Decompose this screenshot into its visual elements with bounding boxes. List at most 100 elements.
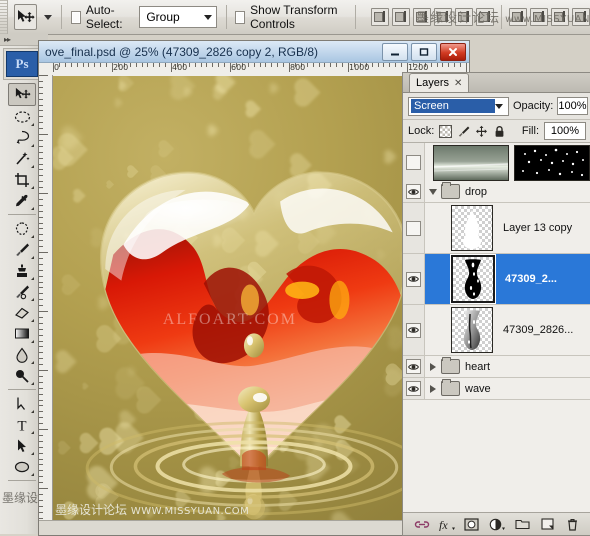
chevron-down-icon (495, 103, 503, 109)
blend-mode-value: Screen (411, 99, 495, 113)
layer-visibility-toggle[interactable] (403, 203, 425, 253)
lock-all-icon[interactable] (493, 125, 506, 138)
fill-label: Fill: (521, 125, 539, 137)
close-button[interactable] (440, 43, 466, 61)
ruler-tick-label: 1200 (408, 63, 429, 72)
layer-mask-thumbnail[interactable] (514, 145, 590, 181)
marquee-tool[interactable] (9, 106, 35, 127)
svg-text:T: T (17, 418, 26, 433)
close-icon[interactable]: ✕ (454, 78, 462, 89)
brush-tool[interactable] (9, 239, 35, 260)
layer-thumbnail[interactable] (451, 307, 493, 353)
add-layer-mask-icon[interactable] (463, 517, 480, 532)
layers-panel-footer: fx (403, 512, 590, 535)
fill-input[interactable]: 100% (544, 122, 586, 140)
layer-thumbnail[interactable] (433, 145, 509, 181)
document-title: ove_final.psd @ 25% (47309_2826 copy 2, … (45, 44, 319, 59)
auto-select-checkbox[interactable] (71, 10, 81, 24)
dodge-tool[interactable] (9, 365, 35, 386)
divider (8, 389, 36, 390)
layer-thumbnail[interactable] (451, 255, 495, 303)
table-row[interactable]: 47309_2... (403, 254, 590, 305)
opacity-label: Opacity: (513, 100, 554, 112)
layer-style-fx-icon[interactable]: fx (438, 517, 456, 532)
canvas-viewport[interactable]: ALFOART.COM 墨缘设计论坛 WWW.MISSYUAN.COM (53, 76, 455, 520)
align-left-edges-button[interactable] (370, 8, 389, 26)
lock-fill-row: Lock: Fill: 100% (403, 120, 590, 143)
crop-tool[interactable] (9, 169, 35, 190)
layer-visibility-toggle[interactable] (403, 356, 425, 377)
show-transform-controls-checkbox[interactable] (235, 10, 246, 24)
document-title-bar[interactable]: ove_final.psd @ 25% (47309_2826 copy 2, … (39, 41, 469, 63)
blend-mode-dropdown[interactable]: Screen (408, 96, 509, 116)
options-bar-grip[interactable] (0, 0, 9, 34)
align-horizontal-centers-button[interactable] (391, 8, 410, 26)
link-layers-icon[interactable] (413, 517, 430, 532)
table-row[interactable]: 47309_2826... (403, 305, 590, 356)
auto-select-dropdown[interactable]: Group (139, 6, 217, 28)
tab-layers-label: Layers (416, 77, 450, 89)
eraser-tool[interactable] (9, 302, 35, 323)
group-expand-toggle[interactable] (425, 384, 441, 393)
opacity-value: 100% (558, 100, 587, 112)
layer-group-wave[interactable]: wave (403, 378, 590, 400)
layers-list[interactable]: drop Layer 13 copy 47309_2... 47309_2826… (403, 143, 590, 512)
watermark-cn-text: 墨缘设计论坛 (416, 11, 501, 26)
table-row[interactable] (403, 143, 590, 182)
lasso-tool[interactable] (9, 127, 35, 148)
eye-icon (406, 359, 421, 374)
layer-name: heart (465, 360, 491, 373)
layer-visibility-toggle[interactable] (403, 254, 425, 304)
photoshop-logo: Ps (3, 48, 41, 80)
layer-group-heart[interactable]: heart (403, 356, 590, 378)
vertical-ruler[interactable] (39, 75, 53, 525)
lock-label: Lock: (408, 125, 435, 137)
pen-tool[interactable] (9, 393, 35, 414)
new-layer-icon[interactable] (539, 517, 556, 532)
move-tool-icon[interactable] (14, 4, 38, 30)
opacity-input[interactable]: 100% (557, 97, 588, 115)
maximize-button[interactable] (411, 43, 437, 61)
healing-brush-tool[interactable] (9, 218, 35, 239)
delete-layer-icon[interactable] (564, 517, 581, 532)
lock-image-pixels-icon[interactable] (457, 125, 470, 138)
auto-select-value: Group (146, 10, 180, 24)
tool-preset-chevron-icon[interactable] (44, 14, 53, 20)
layer-group-drop[interactable]: drop (403, 181, 590, 203)
shape-tool[interactable] (9, 456, 35, 477)
ruler-tick-label: 400 (172, 63, 188, 72)
canvas-artwork[interactable]: ALFOART.COM 墨缘设计论坛 WWW.MISSYUAN.COM (53, 76, 455, 520)
layer-thumbnail[interactable] (451, 205, 493, 251)
magic-wand-tool[interactable] (9, 148, 35, 169)
layer-visibility-toggle[interactable] (403, 143, 425, 181)
tab-layers[interactable]: Layers ✕ (409, 73, 470, 92)
blur-tool[interactable] (9, 344, 35, 365)
minimize-button[interactable] (382, 43, 408, 61)
bottom-watermark-cn: 墨缘设计论坛 (55, 503, 128, 517)
move-tool[interactable] (8, 83, 36, 106)
ruler-tick-label: 0 (54, 63, 60, 72)
group-expand-toggle[interactable] (425, 362, 441, 371)
photoshop-logo-text: Ps (6, 51, 38, 77)
divider (8, 480, 36, 481)
lock-transparent-pixels-icon[interactable] (439, 124, 453, 138)
table-row[interactable]: Layer 13 copy (403, 203, 590, 254)
divider (8, 214, 36, 215)
fill-value: 100% (550, 125, 580, 137)
layer-visibility-toggle[interactable] (403, 378, 425, 399)
ruler-tick-label: 800 (290, 63, 306, 72)
new-adjustment-layer-icon[interactable] (488, 517, 505, 532)
clone-stamp-tool[interactable] (9, 260, 35, 281)
history-brush-tool[interactable] (9, 281, 35, 302)
eyedropper-tool[interactable] (9, 190, 35, 211)
path-selection-tool[interactable] (9, 435, 35, 456)
type-tool[interactable]: T (9, 414, 35, 435)
layer-visibility-toggle[interactable] (403, 181, 425, 202)
group-expand-toggle[interactable] (425, 188, 441, 195)
new-group-icon[interactable] (514, 517, 531, 532)
layer-name: 47309_2... (505, 273, 557, 285)
lock-position-icon[interactable] (475, 125, 488, 138)
gradient-tool[interactable] (9, 323, 35, 344)
layer-visibility-toggle[interactable] (403, 305, 425, 355)
ruler-tick-label: 200 (113, 63, 129, 72)
